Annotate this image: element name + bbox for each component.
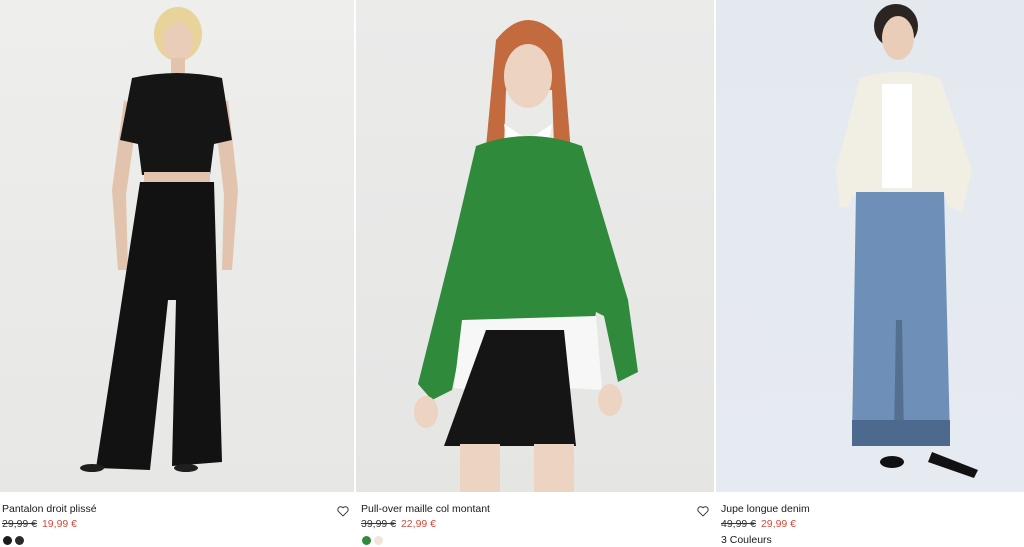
product-name[interactable]: Pull-over maille col montant <box>361 503 490 515</box>
model-green-sweater-illustration <box>414 20 638 492</box>
color-swatch[interactable] <box>374 536 383 545</box>
color-swatch[interactable] <box>3 536 12 545</box>
product-image[interactable] <box>0 0 354 492</box>
model-denim-skirt-illustration <box>836 4 978 478</box>
product-card[interactable]: Pantalon droit plissé 29,99 € 19,99 € <box>0 0 354 547</box>
product-info: Jupe longue denim 49,99 € 29,99 € 3 Coul… <box>716 502 1024 547</box>
model-black-outfit-illustration <box>80 7 238 472</box>
colors-count[interactable]: 3 Couleurs <box>721 534 772 546</box>
product-name[interactable]: Pantalon droit plissé <box>2 503 97 515</box>
product-name[interactable]: Jupe longue denim <box>721 503 810 515</box>
original-price: 29,99 € <box>2 518 38 530</box>
product-image[interactable] <box>356 0 714 492</box>
product-image[interactable] <box>716 0 1024 492</box>
product-grid: Pantalon droit plissé 29,99 € 19,99 € Pu… <box>0 0 1024 547</box>
color-swatch[interactable] <box>362 536 371 545</box>
product-info: Pantalon droit plissé 29,99 € 19,99 € <box>0 502 354 547</box>
product-prices: 49,99 € 29,99 € <box>721 518 796 530</box>
product-prices: 39,99 € 22,99 € <box>361 518 436 530</box>
sale-price: 22,99 € <box>400 518 437 530</box>
original-price: 49,99 € <box>721 518 757 530</box>
product-prices: 29,99 € 19,99 € <box>2 518 77 530</box>
product-info: Pull-over maille col montant 39,99 € 22,… <box>356 502 714 547</box>
sale-price: 29,99 € <box>760 518 797 530</box>
product-card[interactable]: Pull-over maille col montant 39,99 € 22,… <box>356 0 714 547</box>
heart-outline-icon[interactable] <box>696 504 710 518</box>
color-swatch[interactable] <box>15 536 24 545</box>
heart-outline-icon[interactable] <box>336 504 350 518</box>
product-card[interactable]: Jupe longue denim 49,99 € 29,99 € 3 Coul… <box>716 0 1024 547</box>
sale-price: 19,99 € <box>41 518 78 530</box>
color-swatches <box>362 536 383 545</box>
original-price: 39,99 € <box>361 518 397 530</box>
color-swatches <box>3 536 24 545</box>
